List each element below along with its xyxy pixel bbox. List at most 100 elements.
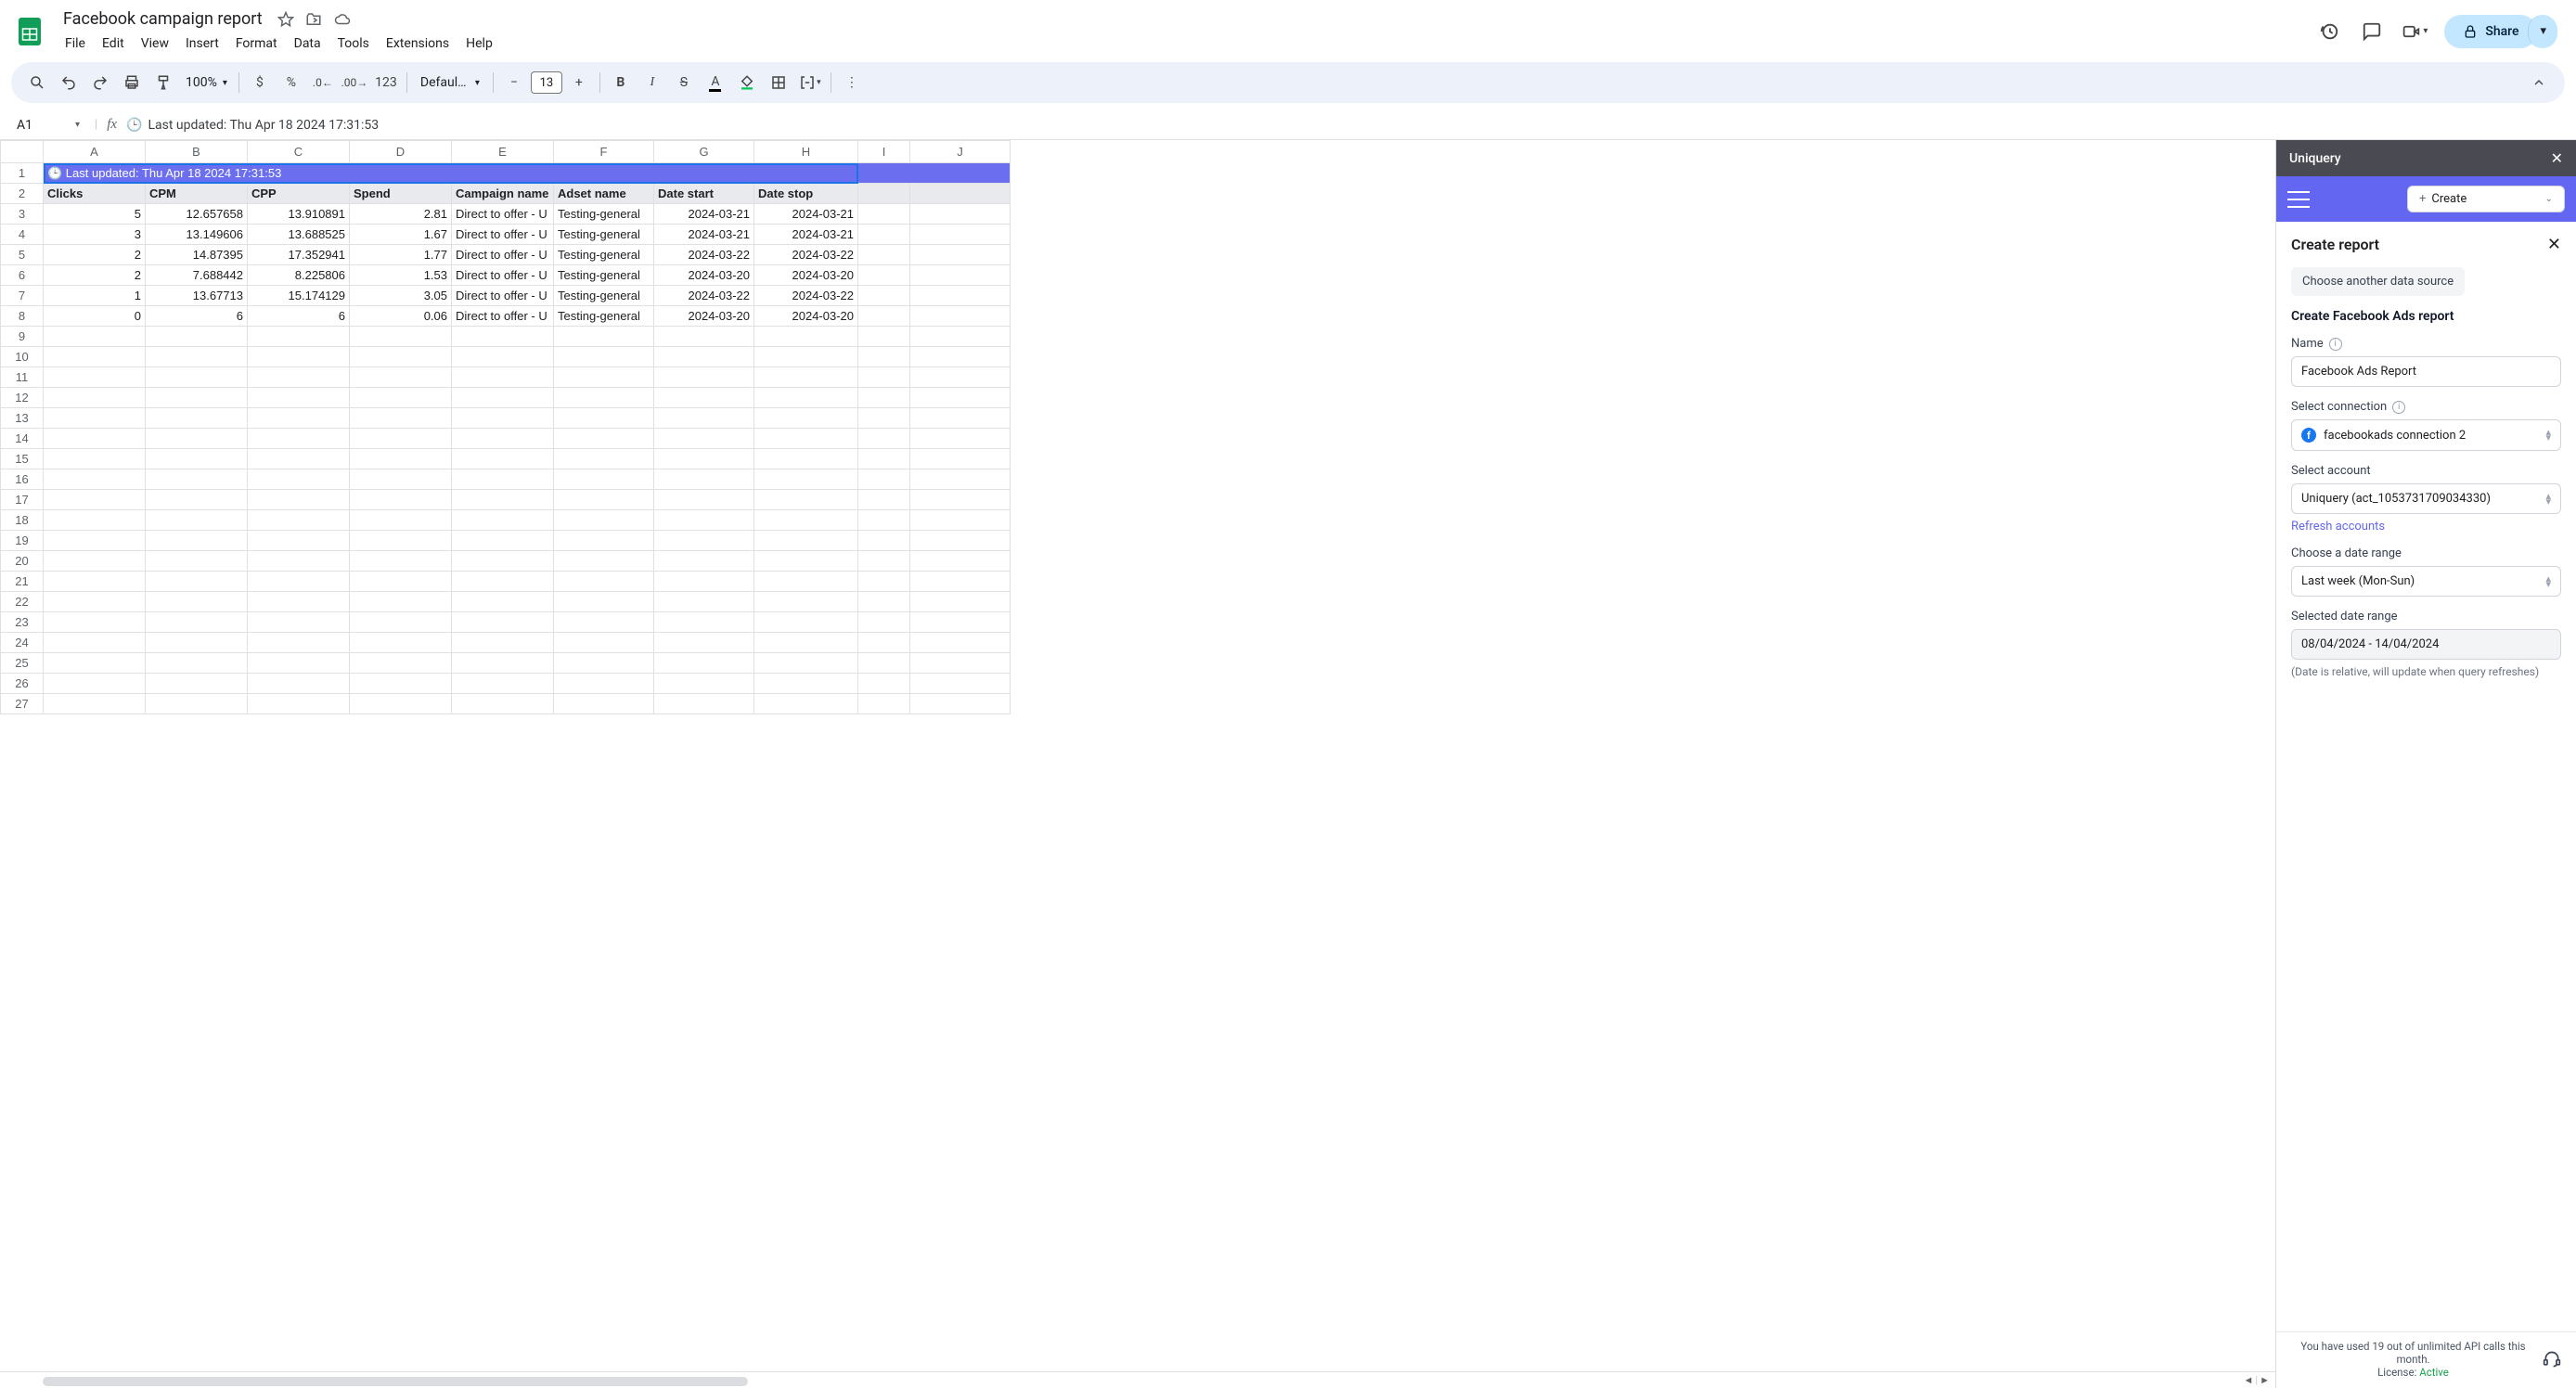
cloud-status-icon[interactable] (333, 11, 352, 28)
search-icon[interactable] (22, 68, 52, 97)
row-header[interactable]: 10 (1, 347, 44, 367)
merge-icon[interactable]: ▾ (795, 68, 825, 97)
create-dropdown[interactable]: +Create ⌄ (2407, 186, 2565, 212)
share-button[interactable]: Share (2444, 15, 2537, 48)
row-header[interactable]: 20 (1, 551, 44, 572)
row-header[interactable]: 27 (1, 694, 44, 714)
data-cell[interactable]: Testing-general (554, 265, 654, 286)
row-header[interactable]: 21 (1, 572, 44, 592)
row-header[interactable]: 13 (1, 408, 44, 429)
menu-extensions[interactable]: Extensions (379, 32, 457, 55)
fill-color-icon[interactable] (732, 68, 762, 97)
increase-font-icon[interactable]: + (564, 68, 594, 97)
row-header[interactable]: 18 (1, 510, 44, 531)
row-header[interactable]: 6 (1, 265, 44, 286)
row-header[interactable]: 15 (1, 449, 44, 469)
data-cell[interactable]: 2 (44, 245, 146, 265)
data-cell[interactable]: 8.225806 (248, 265, 350, 286)
font-select[interactable]: Defaul…▾ (413, 75, 487, 90)
data-cell[interactable]: Direct to offer - U (452, 245, 554, 265)
column-header-D[interactable]: D (350, 141, 452, 163)
header-cell[interactable]: Date stop (754, 184, 858, 204)
column-header-G[interactable]: G (654, 141, 754, 163)
data-cell[interactable]: 13.688525 (248, 225, 350, 245)
data-cell[interactable]: 3.05 (350, 286, 452, 306)
support-icon[interactable] (2543, 1350, 2561, 1369)
row-header[interactable]: 19 (1, 531, 44, 551)
horizontal-scrollbar[interactable] (43, 1377, 748, 1386)
data-cell[interactable]: Testing-general (554, 204, 654, 225)
percent-icon[interactable]: % (277, 68, 306, 97)
connection-select[interactable]: ffacebookads connection 2 ▴▾ (2291, 419, 2561, 451)
document-title[interactable]: Facebook campaign report (58, 7, 268, 31)
row-header[interactable]: 12 (1, 388, 44, 408)
sheets-logo[interactable] (11, 13, 48, 50)
data-cell[interactable]: 2024-03-20 (754, 265, 858, 286)
row-header[interactable]: 7 (1, 286, 44, 306)
menu-insert[interactable]: Insert (178, 32, 226, 55)
data-cell[interactable]: 2.81 (350, 204, 452, 225)
data-cell[interactable]: 13.910891 (248, 204, 350, 225)
data-cell[interactable]: 1.67 (350, 225, 452, 245)
data-cell[interactable]: 5 (44, 204, 146, 225)
column-header-A[interactable]: A (44, 141, 146, 163)
info-icon[interactable]: i (2392, 401, 2405, 414)
banner-cell[interactable]: 🕒 Last updated: Thu Apr 18 2024 17:31:53 (44, 163, 858, 184)
menu-view[interactable]: View (134, 32, 176, 55)
header-cell[interactable]: CPM (146, 184, 248, 204)
data-cell[interactable]: 2024-03-21 (754, 204, 858, 225)
spreadsheet-grid[interactable]: ABCDEFGHIJ 1🕒 Last updated: Thu Apr 18 2… (0, 140, 1011, 714)
row-header[interactable]: 26 (1, 674, 44, 694)
share-dropdown[interactable]: ▾ (2528, 15, 2557, 48)
menu-help[interactable]: Help (458, 32, 500, 55)
data-cell[interactable]: 1.77 (350, 245, 452, 265)
row-header[interactable]: 11 (1, 367, 44, 388)
data-cell[interactable]: 3 (44, 225, 146, 245)
info-icon[interactable]: i (2329, 338, 2342, 351)
data-cell[interactable]: Testing-general (554, 306, 654, 327)
row-header[interactable]: 25 (1, 653, 44, 674)
data-cell[interactable]: 0.06 (350, 306, 452, 327)
date-range-select[interactable]: Last week (Mon-Sun) ▴▾ (2291, 566, 2561, 597)
history-icon[interactable] (2316, 19, 2342, 45)
currency-icon[interactable]: $ (245, 68, 275, 97)
data-cell[interactable]: Direct to offer - U (452, 204, 554, 225)
data-cell[interactable]: Testing-general (554, 245, 654, 265)
data-cell[interactable]: 2024-03-21 (654, 204, 754, 225)
row-header[interactable]: 4 (1, 225, 44, 245)
decrease-font-icon[interactable]: − (499, 68, 529, 97)
print-icon[interactable] (117, 68, 147, 97)
data-cell[interactable]: Direct to offer - U (452, 225, 554, 245)
row-header[interactable]: 22 (1, 592, 44, 612)
data-cell[interactable]: 6 (248, 306, 350, 327)
column-header-B[interactable]: B (146, 141, 248, 163)
menu-edit[interactable]: Edit (95, 32, 132, 55)
data-cell[interactable]: Testing-general (554, 286, 654, 306)
formula-input[interactable]: 🕒 Last updated: Thu Apr 18 2024 17:31:53 (126, 118, 379, 133)
data-cell[interactable]: 2024-03-22 (654, 245, 754, 265)
header-cell[interactable]: Campaign name (452, 184, 554, 204)
data-cell[interactable]: 2024-03-21 (654, 225, 754, 245)
increase-decimal-icon[interactable]: .00→ (340, 68, 369, 97)
data-cell[interactable]: 2024-03-20 (654, 265, 754, 286)
paint-format-icon[interactable] (148, 68, 178, 97)
data-cell[interactable]: 1.53 (350, 265, 452, 286)
data-cell[interactable]: 15.174129 (248, 286, 350, 306)
meet-icon[interactable]: ▾ (2402, 19, 2428, 45)
data-cell[interactable]: 14.87395 (146, 245, 248, 265)
decrease-decimal-icon[interactable]: .0← (308, 68, 338, 97)
scroll-left-icon[interactable]: ◄ (2244, 1374, 2254, 1386)
row-header[interactable]: 3 (1, 204, 44, 225)
redo-icon[interactable] (85, 68, 115, 97)
data-cell[interactable]: 12.657658 (146, 204, 248, 225)
close-report-icon[interactable]: ✕ (2547, 235, 2561, 254)
data-cell[interactable]: 13.67713 (146, 286, 248, 306)
menu-data[interactable]: Data (287, 32, 328, 55)
account-select[interactable]: Uniquery (act_1053731709034330) ▴▾ (2291, 483, 2561, 514)
text-color-icon[interactable]: A (701, 68, 730, 97)
header-cell[interactable]: Clicks (44, 184, 146, 204)
star-icon[interactable] (277, 11, 294, 28)
report-name-input[interactable]: Facebook Ads Report (2291, 356, 2561, 387)
name-box[interactable]: A1 ▾ (11, 116, 85, 135)
data-cell[interactable]: 2024-03-21 (754, 225, 858, 245)
